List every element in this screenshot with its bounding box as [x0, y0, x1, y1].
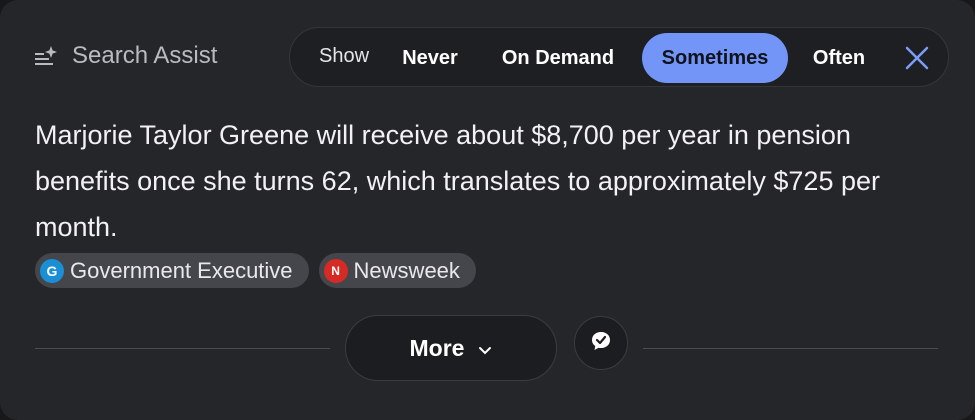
search-assist-header: Search Assist — [34, 40, 217, 72]
more-label: More — [409, 334, 465, 361]
source-name: Newsweek — [353, 257, 460, 283]
source-chip-government-executive[interactable]: G Government Executive — [35, 253, 309, 288]
show-label: Show — [319, 45, 370, 67]
newsweek-logo-icon: N — [323, 258, 348, 283]
close-icon[interactable] — [902, 43, 932, 73]
sparkle-lines-icon — [34, 45, 60, 67]
source-name: Government Executive — [70, 257, 293, 283]
more-button[interactable]: More — [345, 315, 557, 381]
divider-left — [35, 348, 330, 349]
option-often[interactable]: Often — [800, 33, 878, 83]
source-chip-newsweek[interactable]: N Newsweek — [318, 253, 476, 288]
divider-right — [643, 348, 938, 349]
option-never[interactable]: Never — [385, 33, 475, 83]
answer-text: Marjorie Taylor Greene will receive abou… — [35, 120, 880, 242]
feedback-bubble-icon — [589, 329, 613, 358]
source-list: G Government Executive N Newsweek — [35, 253, 476, 288]
show-frequency-toolbar: Show Never On Demand Sometimes Often — [289, 27, 949, 87]
chevron-down-icon — [478, 335, 492, 362]
search-assist-title: Search Assist — [72, 42, 218, 69]
option-sometimes[interactable]: Sometimes — [642, 33, 788, 83]
feedback-button[interactable] — [574, 316, 628, 370]
option-on-demand[interactable]: On Demand — [488, 33, 628, 83]
search-assist-panel: Search Assist Show Never On Demand Somet… — [0, 0, 975, 420]
government-executive-logo-icon: G — [40, 258, 64, 283]
